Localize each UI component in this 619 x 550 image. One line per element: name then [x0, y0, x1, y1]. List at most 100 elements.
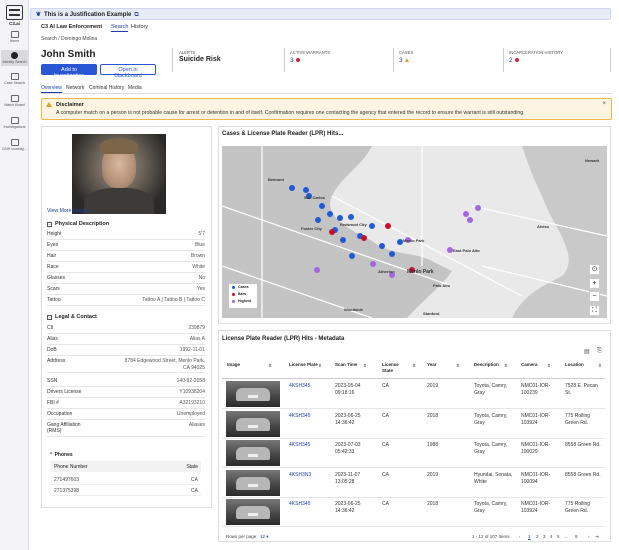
table-row[interactable]: 4KSH345 2023-06-25 14:36:42 CA 2018 Toyota, …	[222, 497, 605, 527]
case-marker[interactable]	[315, 217, 321, 223]
bar-marker[interactable]	[385, 223, 391, 229]
zoom-out-button[interactable]: −	[589, 291, 600, 302]
vehicle-thumbnail[interactable]	[226, 411, 280, 437]
case-marker[interactable]	[319, 203, 325, 209]
license-plate-link[interactable]: 4KSH345	[289, 442, 310, 449]
rows-per-page-select[interactable]: 12 ▾	[260, 534, 269, 540]
col-scan-time[interactable]: Scan Time	[335, 362, 357, 368]
tab-history[interactable]: History	[131, 24, 148, 30]
tab-media[interactable]: Media	[128, 85, 142, 91]
close-icon[interactable]: ×	[602, 101, 606, 107]
nav-home[interactable]: Home	[1, 31, 28, 43]
cases-count[interactable]: 3	[399, 57, 409, 64]
next-page-icon[interactable]: ›	[588, 534, 590, 539]
sort-icon[interactable]: ⇕	[547, 363, 551, 369]
bar-marker[interactable]	[329, 229, 335, 235]
tab-criminal-history[interactable]: Criminal History	[89, 85, 124, 91]
sort-icon[interactable]: ⇕	[318, 363, 322, 369]
prev-page-icon[interactable]: ‹	[519, 534, 521, 539]
highest-marker[interactable]	[463, 211, 469, 217]
case-marker[interactable]	[379, 243, 385, 249]
col-description[interactable]: Description	[474, 362, 499, 368]
nav-case-search[interactable]: Case Search	[1, 73, 28, 85]
bar-marker[interactable]	[361, 235, 367, 241]
license-plate-link[interactable]: 4KSH345	[289, 413, 310, 420]
nav-dnr-investigations[interactable]: DNR Investig...	[1, 139, 28, 151]
network-icon	[10, 95, 19, 102]
case-marker[interactable]	[289, 185, 295, 191]
license-plate-link[interactable]: 4KSH345	[289, 383, 310, 390]
recenter-icon[interactable]: ⊙	[589, 264, 600, 275]
page-number[interactable]: 2	[536, 534, 539, 539]
nav-identity-search[interactable]: Identity Search	[1, 50, 28, 67]
highest-marker[interactable]	[467, 217, 473, 223]
col-license-plate[interactable]: License Plate	[289, 362, 318, 368]
table-row[interactable]: 4KSH3N3 2023-11-07 13:05:28 CA 2019 Hyundai,…	[222, 468, 605, 498]
case-marker[interactable]	[303, 187, 309, 193]
nav-watch-board[interactable]: Watch Board	[1, 95, 28, 107]
nav-investigations[interactable]: Investigations	[1, 117, 28, 129]
external-link-icon[interactable]: ⧉	[134, 12, 138, 18]
page-number[interactable]: ...	[564, 534, 568, 539]
legal-contact-header[interactable]: − Legal & Contact	[47, 314, 97, 320]
license-plate-link[interactable]: 4KSH345	[289, 501, 310, 508]
case-marker[interactable]	[389, 251, 395, 257]
zoom-in-button[interactable]: +	[589, 278, 600, 289]
sort-icon[interactable]: ⇕	[363, 363, 367, 369]
vehicle-thumbnail[interactable]	[226, 440, 280, 466]
vehicle-thumbnail[interactable]	[226, 499, 280, 525]
page-number[interactable]: 3	[543, 534, 546, 539]
table-row[interactable]: 4KSH345 2023-05-04 09:18:16 CA 2019 Toyota, …	[222, 379, 605, 409]
field-label: Height	[47, 231, 62, 237]
highest-marker[interactable]	[370, 261, 376, 267]
highest-marker[interactable]	[475, 205, 481, 211]
page-number[interactable]: 1	[528, 534, 531, 539]
view-more-images-link[interactable]: View More Images	[47, 208, 90, 214]
page-number[interactable]: 5	[557, 534, 560, 539]
case-marker[interactable]	[349, 253, 355, 259]
sort-icon[interactable]: ⇕	[412, 363, 416, 369]
case-marker[interactable]	[340, 237, 346, 243]
license-plate-link[interactable]: 4KSH3N3	[289, 472, 311, 479]
page-number[interactable]: 4	[550, 534, 553, 539]
case-marker[interactable]	[348, 214, 354, 220]
tab-search[interactable]: Search	[111, 24, 129, 32]
open-in-blackboard-button[interactable]: Open in Blackboard	[100, 64, 156, 79]
active-warrants-count[interactable]: 3	[290, 57, 300, 64]
last-page-icon[interactable]: ⇥	[595, 534, 599, 540]
phones-header[interactable]: ⌃ Phones	[49, 452, 73, 458]
table-row[interactable]: 4KSH345 2023-06-25 14:36:42 CA 2018 Toyota, …	[222, 409, 605, 439]
table-row[interactable]: 4KSH345 2023-07-03 05:42:33 CA 1988 Toyota, …	[222, 438, 605, 468]
vehicle-thumbnail[interactable]	[226, 381, 280, 407]
add-to-investigation-button[interactable]: Add to Investigation	[41, 64, 97, 79]
sort-icon[interactable]: ⇕	[456, 363, 460, 369]
col-location[interactable]: Location	[565, 362, 584, 368]
sort-icon[interactable]: ⇕	[504, 363, 508, 369]
tab-overview[interactable]: Overview	[41, 85, 62, 93]
person-photo[interactable]	[72, 134, 166, 214]
col-license-state[interactable]: License State	[382, 362, 410, 374]
sort-icon[interactable]: ⇕	[598, 363, 602, 369]
cases-lpr-map[interactable]	[222, 146, 607, 318]
tab-network[interactable]: Network	[66, 85, 84, 91]
export-icon[interactable]: ⎘	[597, 348, 602, 355]
phone-row: 271497603 CA	[51, 474, 201, 485]
highest-marker[interactable]	[314, 267, 320, 273]
case-marker[interactable]	[369, 223, 375, 229]
app-logo-icon[interactable]	[6, 5, 23, 20]
camera-id: NMC01-IOR-100239	[521, 383, 551, 396]
case-marker[interactable]	[337, 215, 343, 221]
vehicle-thumbnail[interactable]	[226, 470, 280, 496]
page-number[interactable]: 9	[575, 534, 578, 539]
disclaimer-alert: Disclaimer A computer match on a person …	[41, 98, 612, 120]
col-image[interactable]: Image	[227, 362, 240, 368]
table-view-icon[interactable]: ▤	[584, 348, 590, 355]
incarceration-history-count[interactable]: 2	[509, 57, 519, 64]
fullscreen-icon[interactable]: ⛶	[589, 305, 600, 316]
col-camera[interactable]: Camera	[521, 362, 538, 368]
case-marker[interactable]	[327, 211, 333, 217]
physical-description-header[interactable]: − Physical Description	[47, 221, 109, 227]
breadcrumb[interactable]: Search / Domingo Molina	[41, 36, 97, 42]
sort-icon[interactable]: ⇕	[268, 363, 272, 369]
col-year[interactable]: Year	[427, 362, 437, 368]
